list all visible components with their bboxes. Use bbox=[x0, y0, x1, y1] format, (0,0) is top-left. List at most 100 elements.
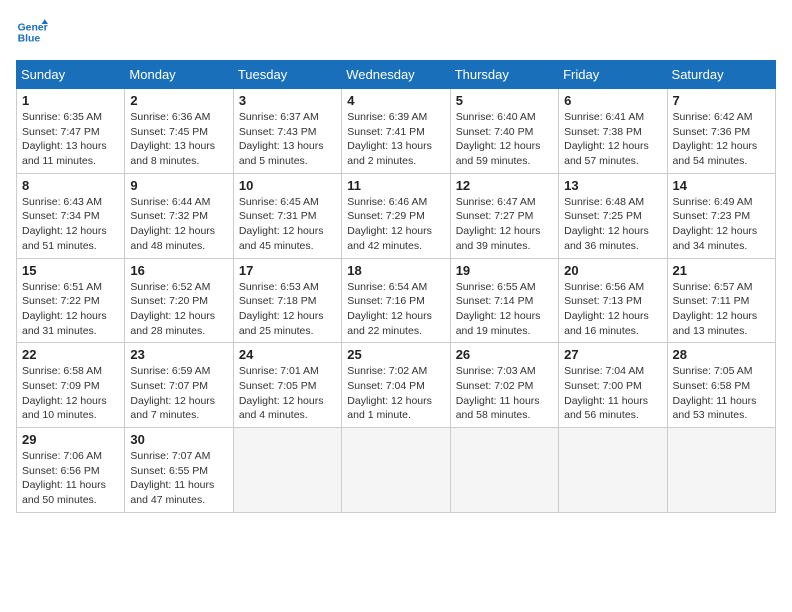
day-info: Sunrise: 6:40 AM Sunset: 7:40 PM Dayligh… bbox=[456, 110, 553, 169]
day-info: Sunrise: 6:44 AM Sunset: 7:32 PM Dayligh… bbox=[130, 195, 227, 254]
daylight-label: Daylight: 12 hours and 59 minutes. bbox=[456, 140, 541, 167]
sunrise-label: Sunrise: 6:57 AM bbox=[673, 281, 753, 293]
day-info: Sunrise: 7:07 AM Sunset: 6:55 PM Dayligh… bbox=[130, 449, 227, 508]
day-number: 14 bbox=[673, 178, 770, 193]
day-info: Sunrise: 6:58 AM Sunset: 7:09 PM Dayligh… bbox=[22, 364, 119, 423]
sunrise-label: Sunrise: 6:47 AM bbox=[456, 196, 536, 208]
day-info: Sunrise: 6:43 AM Sunset: 7:34 PM Dayligh… bbox=[22, 195, 119, 254]
day-number: 5 bbox=[456, 93, 553, 108]
sunset-label: Sunset: 7:27 PM bbox=[456, 210, 534, 222]
day-info: Sunrise: 6:57 AM Sunset: 7:11 PM Dayligh… bbox=[673, 280, 770, 339]
sunrise-label: Sunrise: 6:43 AM bbox=[22, 196, 102, 208]
daylight-label: Daylight: 12 hours and 4 minutes. bbox=[239, 395, 324, 422]
calendar-cell: 10 Sunrise: 6:45 AM Sunset: 7:31 PM Dayl… bbox=[233, 173, 341, 258]
sunset-label: Sunset: 7:02 PM bbox=[456, 380, 534, 392]
daylight-label: Daylight: 12 hours and 34 minutes. bbox=[673, 225, 758, 252]
sunset-label: Sunset: 7:00 PM bbox=[564, 380, 642, 392]
daylight-label: Daylight: 12 hours and 16 minutes. bbox=[564, 310, 649, 337]
day-number: 18 bbox=[347, 263, 444, 278]
day-number: 3 bbox=[239, 93, 336, 108]
day-number: 20 bbox=[564, 263, 661, 278]
calendar-cell: 25 Sunrise: 7:02 AM Sunset: 7:04 PM Dayl… bbox=[342, 343, 450, 428]
sunrise-label: Sunrise: 6:36 AM bbox=[130, 111, 210, 123]
calendar-cell: 21 Sunrise: 6:57 AM Sunset: 7:11 PM Dayl… bbox=[667, 258, 775, 343]
sunset-label: Sunset: 7:34 PM bbox=[22, 210, 100, 222]
day-number: 17 bbox=[239, 263, 336, 278]
calendar-cell bbox=[342, 428, 450, 513]
daylight-label: Daylight: 11 hours and 47 minutes. bbox=[130, 479, 214, 506]
sunrise-label: Sunrise: 6:56 AM bbox=[564, 281, 644, 293]
day-number: 8 bbox=[22, 178, 119, 193]
day-info: Sunrise: 6:52 AM Sunset: 7:20 PM Dayligh… bbox=[130, 280, 227, 339]
calendar-cell: 3 Sunrise: 6:37 AM Sunset: 7:43 PM Dayli… bbox=[233, 89, 341, 174]
day-number: 12 bbox=[456, 178, 553, 193]
day-info: Sunrise: 6:53 AM Sunset: 7:18 PM Dayligh… bbox=[239, 280, 336, 339]
sunrise-label: Sunrise: 6:46 AM bbox=[347, 196, 427, 208]
sunrise-label: Sunrise: 6:45 AM bbox=[239, 196, 319, 208]
day-number: 4 bbox=[347, 93, 444, 108]
day-info: Sunrise: 6:47 AM Sunset: 7:27 PM Dayligh… bbox=[456, 195, 553, 254]
calendar-header-row: SundayMondayTuesdayWednesdayThursdayFrid… bbox=[17, 61, 776, 89]
calendar-cell: 29 Sunrise: 7:06 AM Sunset: 6:56 PM Dayl… bbox=[17, 428, 125, 513]
calendar-cell: 8 Sunrise: 6:43 AM Sunset: 7:34 PM Dayli… bbox=[17, 173, 125, 258]
calendar-cell: 28 Sunrise: 7:05 AM Sunset: 6:58 PM Dayl… bbox=[667, 343, 775, 428]
sunrise-label: Sunrise: 7:06 AM bbox=[22, 450, 102, 462]
daylight-label: Daylight: 11 hours and 56 minutes. bbox=[564, 395, 648, 422]
sunrise-label: Sunrise: 7:01 AM bbox=[239, 365, 319, 377]
page-header: General Blue bbox=[16, 16, 776, 48]
sunrise-label: Sunrise: 6:55 AM bbox=[456, 281, 536, 293]
sunset-label: Sunset: 7:40 PM bbox=[456, 126, 534, 138]
sunrise-label: Sunrise: 6:41 AM bbox=[564, 111, 644, 123]
calendar-cell: 13 Sunrise: 6:48 AM Sunset: 7:25 PM Dayl… bbox=[559, 173, 667, 258]
day-number: 26 bbox=[456, 347, 553, 362]
sunset-label: Sunset: 7:05 PM bbox=[239, 380, 317, 392]
logo: General Blue bbox=[16, 16, 48, 48]
sunset-label: Sunset: 7:13 PM bbox=[564, 295, 642, 307]
daylight-label: Daylight: 12 hours and 13 minutes. bbox=[673, 310, 758, 337]
col-header-saturday: Saturday bbox=[667, 61, 775, 89]
sunrise-label: Sunrise: 6:59 AM bbox=[130, 365, 210, 377]
sunset-label: Sunset: 7:11 PM bbox=[673, 295, 750, 307]
sunrise-label: Sunrise: 6:39 AM bbox=[347, 111, 427, 123]
sunset-label: Sunset: 7:32 PM bbox=[130, 210, 208, 222]
calendar-cell: 11 Sunrise: 6:46 AM Sunset: 7:29 PM Dayl… bbox=[342, 173, 450, 258]
calendar-cell: 26 Sunrise: 7:03 AM Sunset: 7:02 PM Dayl… bbox=[450, 343, 558, 428]
calendar-cell: 24 Sunrise: 7:01 AM Sunset: 7:05 PM Dayl… bbox=[233, 343, 341, 428]
calendar-cell: 6 Sunrise: 6:41 AM Sunset: 7:38 PM Dayli… bbox=[559, 89, 667, 174]
day-info: Sunrise: 7:02 AM Sunset: 7:04 PM Dayligh… bbox=[347, 364, 444, 423]
sunset-label: Sunset: 7:09 PM bbox=[22, 380, 100, 392]
sunset-label: Sunset: 7:14 PM bbox=[456, 295, 534, 307]
day-number: 11 bbox=[347, 178, 444, 193]
calendar-cell: 22 Sunrise: 6:58 AM Sunset: 7:09 PM Dayl… bbox=[17, 343, 125, 428]
daylight-label: Daylight: 12 hours and 1 minute. bbox=[347, 395, 432, 422]
calendar-cell: 5 Sunrise: 6:40 AM Sunset: 7:40 PM Dayli… bbox=[450, 89, 558, 174]
calendar-cell: 15 Sunrise: 6:51 AM Sunset: 7:22 PM Dayl… bbox=[17, 258, 125, 343]
daylight-label: Daylight: 12 hours and 39 minutes. bbox=[456, 225, 541, 252]
calendar-cell bbox=[559, 428, 667, 513]
daylight-label: Daylight: 12 hours and 54 minutes. bbox=[673, 140, 758, 167]
sunrise-label: Sunrise: 7:04 AM bbox=[564, 365, 644, 377]
calendar-cell: 9 Sunrise: 6:44 AM Sunset: 7:32 PM Dayli… bbox=[125, 173, 233, 258]
col-header-thursday: Thursday bbox=[450, 61, 558, 89]
day-number: 30 bbox=[130, 432, 227, 447]
daylight-label: Daylight: 11 hours and 50 minutes. bbox=[22, 479, 106, 506]
day-info: Sunrise: 7:05 AM Sunset: 6:58 PM Dayligh… bbox=[673, 364, 770, 423]
sunset-label: Sunset: 6:56 PM bbox=[22, 465, 100, 477]
sunrise-label: Sunrise: 7:05 AM bbox=[673, 365, 753, 377]
day-number: 7 bbox=[673, 93, 770, 108]
calendar-cell: 19 Sunrise: 6:55 AM Sunset: 7:14 PM Dayl… bbox=[450, 258, 558, 343]
day-info: Sunrise: 6:59 AM Sunset: 7:07 PM Dayligh… bbox=[130, 364, 227, 423]
calendar-cell: 2 Sunrise: 6:36 AM Sunset: 7:45 PM Dayli… bbox=[125, 89, 233, 174]
day-number: 25 bbox=[347, 347, 444, 362]
day-info: Sunrise: 6:48 AM Sunset: 7:25 PM Dayligh… bbox=[564, 195, 661, 254]
day-number: 1 bbox=[22, 93, 119, 108]
sunrise-label: Sunrise: 6:40 AM bbox=[456, 111, 536, 123]
sunset-label: Sunset: 7:25 PM bbox=[564, 210, 642, 222]
daylight-label: Daylight: 12 hours and 28 minutes. bbox=[130, 310, 215, 337]
daylight-label: Daylight: 12 hours and 51 minutes. bbox=[22, 225, 107, 252]
calendar-cell: 1 Sunrise: 6:35 AM Sunset: 7:47 PM Dayli… bbox=[17, 89, 125, 174]
calendar-week-3: 22 Sunrise: 6:58 AM Sunset: 7:09 PM Dayl… bbox=[17, 343, 776, 428]
col-header-wednesday: Wednesday bbox=[342, 61, 450, 89]
day-info: Sunrise: 6:35 AM Sunset: 7:47 PM Dayligh… bbox=[22, 110, 119, 169]
sunrise-label: Sunrise: 6:42 AM bbox=[673, 111, 753, 123]
